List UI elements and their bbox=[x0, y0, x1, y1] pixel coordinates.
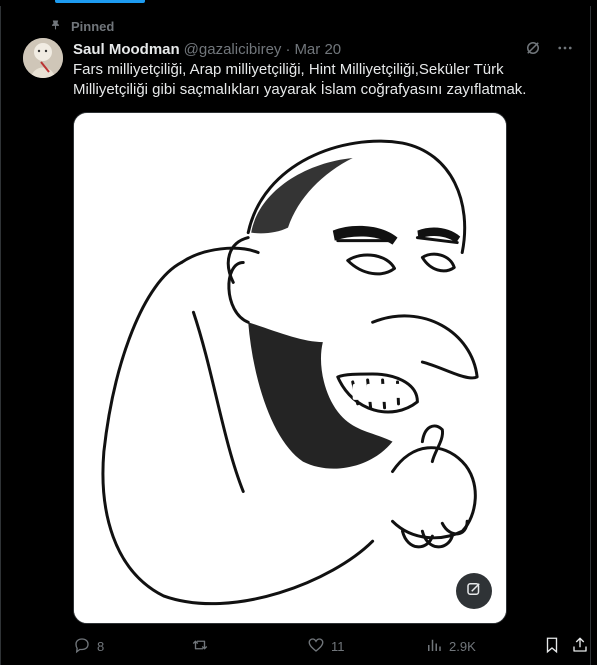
tweet-actions: 8 11 2.9K bbox=[73, 634, 593, 658]
tweet-date[interactable]: Mar 20 bbox=[294, 41, 341, 58]
pin-icon bbox=[49, 18, 62, 34]
avatar[interactable] bbox=[23, 38, 63, 78]
grok-icon[interactable] bbox=[524, 39, 542, 62]
share-icon bbox=[571, 636, 589, 657]
views-icon bbox=[425, 636, 443, 657]
like-count: 11 bbox=[331, 638, 345, 654]
view-count: 2.9K bbox=[449, 638, 476, 654]
retweet-icon bbox=[191, 636, 209, 657]
reply-count: 8 bbox=[97, 638, 105, 654]
bookmark-button[interactable] bbox=[543, 634, 561, 658]
edit-image-icon bbox=[465, 580, 483, 603]
tweet-image[interactable] bbox=[73, 112, 507, 624]
retweet-button[interactable] bbox=[191, 634, 209, 658]
tweet-text: Fars milliyetçiliği, Arap milliyetçiliği… bbox=[73, 61, 527, 98]
bookmark-icon bbox=[543, 636, 561, 657]
like-button[interactable]: 11 bbox=[307, 634, 345, 658]
like-icon bbox=[307, 636, 325, 657]
author-name[interactable]: Saul Moodman bbox=[73, 41, 180, 58]
pinned-label-row: Pinned bbox=[49, 17, 114, 35]
reply-button[interactable]: 8 bbox=[73, 634, 104, 658]
pinned-text: Pinned bbox=[71, 18, 115, 34]
header-actions bbox=[524, 39, 574, 62]
views-button[interactable]: 2.9K bbox=[425, 634, 476, 658]
reply-icon bbox=[73, 636, 91, 657]
author-handle[interactable]: @gazalicibirey bbox=[184, 41, 282, 58]
tweet-card[interactable]: Pinned Saul Moodman @gazalicibirey · Mar… bbox=[0, 6, 591, 665]
share-button[interactable] bbox=[571, 634, 589, 658]
active-tab-underline bbox=[55, 0, 145, 3]
separator-dot: · bbox=[285, 40, 291, 58]
more-icon[interactable] bbox=[556, 39, 574, 62]
image-edit-button[interactable] bbox=[456, 573, 492, 609]
tweet-header: Saul Moodman @gazalicibirey · Mar 20 bbox=[73, 39, 341, 59]
caricature-illustration bbox=[74, 113, 506, 623]
